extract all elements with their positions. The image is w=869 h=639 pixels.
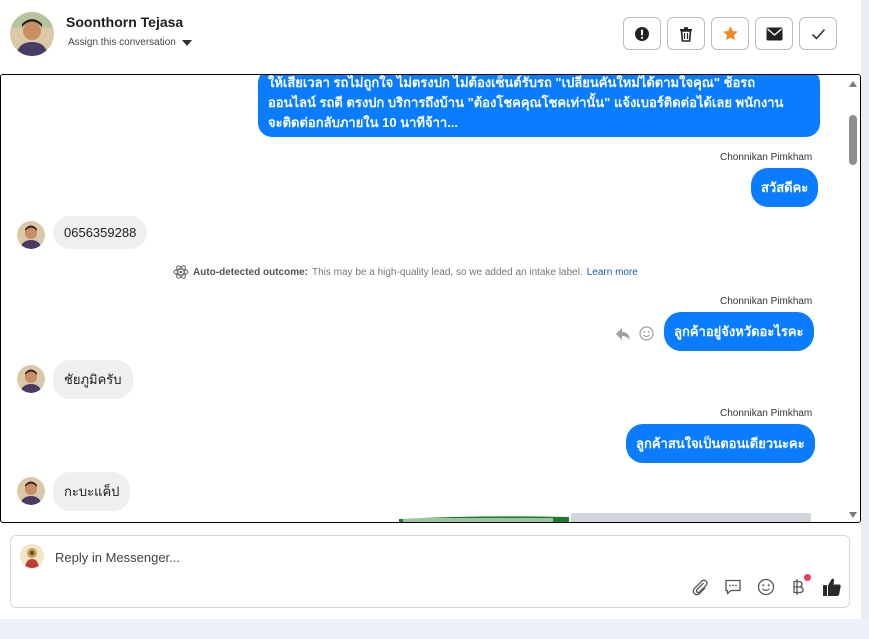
assign-conversation-dropdown[interactable]: Assign this conversation: [68, 37, 192, 48]
contact-avatar-small[interactable]: [17, 365, 45, 393]
emoji-button[interactable]: [755, 576, 777, 598]
report-button[interactable]: [623, 17, 661, 50]
delete-button[interactable]: [667, 17, 705, 50]
saved-reply-icon: [725, 579, 741, 595]
composer-toolbar: [689, 574, 843, 598]
sender-name: Chonnikan Pimkham: [720, 152, 813, 163]
outgoing-message[interactable]: ลูกค้าอยู่จังหวัดอะไรคะ: [664, 312, 814, 351]
scroll-thumb[interactable]: [849, 115, 857, 165]
window-edge: [861, 0, 869, 639]
send-like-button[interactable]: [821, 576, 843, 598]
message-line: ออนไลน์ รถดี ตรงปก บริการถึงบ้าน "ต้องโช…: [268, 95, 784, 110]
reply-composer: [10, 535, 850, 608]
image-attachment-preview[interactable]: [399, 512, 811, 522]
star-button[interactable]: [711, 17, 749, 50]
message-thread[interactable]: ให้เสียเวลา รถไม่ถูกใจ ไม่ตรงปก ไม่ต้องเ…: [0, 74, 861, 523]
sender-name: Chonnikan Pimkham: [720, 408, 813, 419]
reply-input[interactable]: [55, 548, 815, 566]
atom-icon: [173, 265, 189, 279]
message-line: ให้เสียเวลา รถไม่ถูกใจ ไม่ตรงปก ไม่ต้องเ…: [268, 75, 756, 90]
saved-replies-button[interactable]: [722, 576, 744, 598]
message-hover-actions: [615, 326, 654, 341]
paperclip-icon: [692, 579, 708, 596]
check-icon: [811, 28, 825, 40]
reply-icon[interactable]: [615, 327, 631, 341]
caret-down-icon: [181, 39, 192, 46]
incoming-message[interactable]: ชัยภูมิครับ: [53, 360, 133, 399]
mark-done-button[interactable]: [799, 17, 837, 50]
contact-avatar-small[interactable]: [17, 221, 45, 249]
auto-detected-outcome-notice: Auto-detected outcome: This may be a hig…: [173, 264, 638, 280]
star-icon: [722, 26, 738, 41]
outcome-title: Auto-detected outcome:: [193, 266, 308, 278]
outgoing-message[interactable]: ให้เสียเวลา รถไม่ถูกใจ ไม่ตรงปก ไม่ต้องเ…: [258, 75, 820, 137]
payment-button[interactable]: [788, 574, 811, 598]
contact-avatar-small[interactable]: [17, 477, 45, 505]
attach-file-button[interactable]: [689, 576, 711, 598]
header-actions: [623, 17, 837, 50]
message-line: จะติดต่อกลับภายใน 10 นาทีจ้าา...: [268, 115, 459, 130]
contact-avatar[interactable]: [10, 12, 54, 56]
contact-name[interactable]: Soonthorn Tejasa: [66, 14, 183, 30]
react-emoji-icon[interactable]: [639, 326, 654, 341]
incoming-message[interactable]: 0656359288: [53, 216, 148, 249]
thread-scrollbar[interactable]: [846, 75, 860, 522]
outcome-text: This may be a high-quality lead, so we a…: [312, 266, 583, 278]
outgoing-message[interactable]: สวัสดีคะ: [751, 168, 819, 207]
exclamation-icon: [635, 26, 649, 41]
scroll-down-arrow-icon[interactable]: [849, 512, 857, 518]
scroll-up-arrow-icon[interactable]: [849, 81, 857, 87]
page-avatar: [20, 544, 44, 568]
baht-payment-icon: [793, 579, 804, 595]
outgoing-message[interactable]: ลูกค้าสนใจเป็นตอนเดียวนะคะ: [626, 424, 815, 463]
inbox-conversation-panel: Soonthorn Tejasa Assign this conversatio…: [0, 0, 861, 619]
trash-icon: [680, 26, 692, 42]
incoming-message[interactable]: กะบะแค็ป: [53, 472, 131, 511]
thumbs-up-icon: [823, 578, 841, 596]
sender-name: Chonnikan Pimkham: [720, 296, 813, 307]
mark-unread-button[interactable]: [755, 17, 793, 50]
emoji-icon: [757, 578, 775, 596]
conversation-header: Soonthorn Tejasa Assign this conversatio…: [0, 0, 861, 74]
notification-dot: [804, 574, 811, 581]
assign-label: Assign this conversation: [68, 37, 176, 48]
envelope-icon: [766, 27, 782, 40]
window-footer: [0, 619, 869, 639]
learn-more-link[interactable]: Learn more: [587, 267, 638, 278]
